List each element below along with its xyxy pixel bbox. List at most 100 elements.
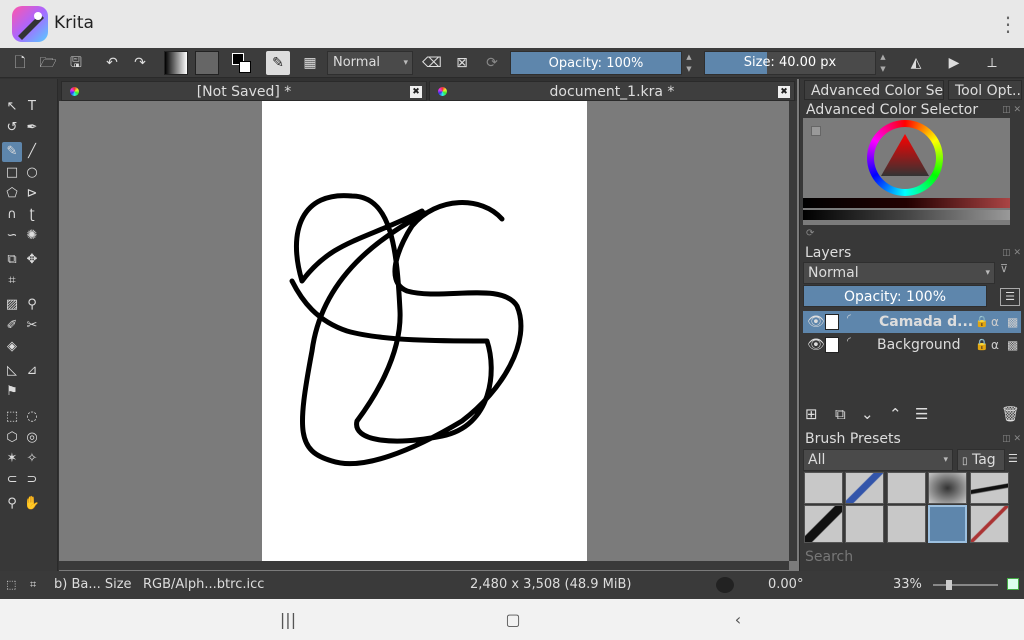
layout-icon[interactable]: ▦ [298,51,322,75]
polygon-select-icon[interactable]: ⬡ [2,428,22,448]
back-icon[interactable]: ‹ [727,609,749,631]
color-triangle[interactable] [879,132,931,178]
brush-preset-icon[interactable]: ✎ [266,51,290,75]
status-rotation[interactable]: 0.00° [768,571,803,599]
pan-tool-icon[interactable]: ✋ [22,494,42,514]
mirror-horizontal-icon[interactable]: ◭ [904,51,928,75]
tab-tool-options[interactable]: Tool Opt... [948,80,1022,100]
inherit-alpha-icon[interactable]: ▩ [1007,334,1018,356]
close-icon[interactable]: ✖ [778,86,790,98]
eye-icon[interactable]: 👁 [807,311,825,333]
measure-tool-icon[interactable]: ⊿ [22,361,42,381]
brush-preset[interactable] [928,472,967,504]
transform-tool-icon[interactable]: ⧉ [2,250,22,270]
duplicate-layer-icon[interactable]: ⧉ [835,405,846,423]
move-down-icon[interactable]: ⌄ [861,405,874,423]
opacity-spin-icon[interactable]: ▲ ▼ [684,51,694,75]
size-slider[interactable]: Size: 40.00 px [704,51,876,75]
vertical-scrollbar[interactable] [789,101,797,561]
reference-tool-icon[interactable]: ⚑ [2,382,22,402]
lock-icon[interactable]: 🔒 [975,334,989,356]
freehand-brush-icon[interactable]: ✎ [2,142,22,162]
lock-icon[interactable]: 🔒 [975,311,989,333]
layer-settings-icon[interactable]: ☰ [915,405,928,423]
ellipse-select-icon[interactable]: ◌ [22,407,42,427]
recent-apps-icon[interactable]: ||| [277,609,299,631]
fill-tool-icon[interactable]: ◈ [2,337,22,357]
home-icon[interactable]: ▢ [502,609,524,631]
eye-icon[interactable]: 👁 [807,334,825,356]
selection-icon[interactable]: ⬚ [6,571,16,599]
status-zoom[interactable]: 33% [893,571,922,599]
brush-preset[interactable] [970,505,1009,543]
multibrush-icon[interactable]: ✺ [22,226,42,246]
brush-preset[interactable] [845,505,884,543]
move-up-icon[interactable]: ⌃ [889,405,902,423]
zoom-slider[interactable] [933,584,998,586]
layer-properties-icon[interactable]: ☰ [1000,288,1020,306]
alpha-lock-icon[interactable]: α [991,311,999,333]
gradient-selector-icon[interactable] [164,51,188,75]
mirror-vertical-icon[interactable]: ▶ [942,51,966,75]
shade-strip-gray[interactable] [803,210,1010,220]
select-shapes-icon[interactable]: ↖ [2,97,22,117]
bezier-select-icon[interactable]: ⊂ [2,470,22,490]
save-icon[interactable]: 🖫 [64,51,88,75]
layer-blend-select[interactable]: Normal ▾ [803,262,995,284]
brush-search-input[interactable]: Search [805,549,853,565]
delete-layer-icon[interactable]: 🗑 [1001,405,1020,423]
dock-float-close-icon[interactable]: ◫ ✕ [1002,248,1021,258]
new-document-icon[interactable]: 🗋 [8,51,32,75]
open-document-icon[interactable]: 🗁 [36,51,60,75]
opacity-slider[interactable]: Opacity: 100% [510,51,682,75]
brush-filter-select[interactable]: All ▾ [803,449,953,471]
crop-tool-icon[interactable]: ⌗ [2,271,22,291]
brush-preset-selected[interactable] [928,505,967,543]
move-tool-icon[interactable]: ✥ [22,250,42,270]
add-layer-icon[interactable]: ⊞ [805,405,818,423]
blend-mode-select[interactable]: Normal ▾ [327,51,413,75]
zoom-slider-handle[interactable] [946,580,952,590]
tab-not-saved[interactable]: [Not Saved] * ✖ [61,81,427,101]
bezier-tool-icon[interactable]: ∩ [2,205,22,225]
polyline-tool-icon[interactable]: ⊳ [22,184,42,204]
color-picker-icon[interactable]: ⚲ [22,295,42,315]
colorize-mask-icon[interactable]: ✐ [2,316,22,336]
preserve-alpha-icon[interactable]: ⊠ [450,51,474,75]
brush-preset[interactable] [970,472,1009,504]
refresh-icon[interactable]: ⟳ [806,228,814,239]
alpha-lock-icon[interactable]: α [991,334,999,356]
status-color-profile[interactable]: RGB/Alph...btrc.icc [143,571,264,599]
tag-button[interactable]: ▯ Tag [957,449,1005,471]
layer-row-camada[interactable]: 👁 ◜ Camada d... 🔒 α ▩ [803,311,1021,333]
close-icon[interactable]: ✖ [410,86,422,98]
tab-advanced-color-selector[interactable]: Advanced Color Sel... [804,80,944,100]
undo-icon[interactable]: ↶ [100,51,124,75]
polygon-tool-icon[interactable]: ⬠ [2,184,22,204]
horizontal-scrollbar[interactable] [59,561,789,570]
line-tool-icon[interactable]: ╱ [22,142,42,162]
layer-row-background[interactable]: 👁 ◜ Background 🔒 α ▩ [803,334,1021,356]
brush-preset[interactable] [804,472,843,504]
smart-patch-icon[interactable]: ✂ [22,316,42,336]
brush-menu-icon[interactable]: ☰ [1008,452,1018,465]
eraser-mode-icon[interactable]: ⌫ [420,51,444,75]
rectangle-tool-icon[interactable]: □ [2,163,22,183]
brush-preset[interactable] [804,505,843,543]
outline-select-icon[interactable]: ◎ [22,428,42,448]
assistant-tool-icon[interactable]: ◺ [2,361,22,381]
redo-icon[interactable]: ↷ [128,51,152,75]
similar-select-icon[interactable]: ✧ [22,449,42,469]
edit-shapes-icon[interactable]: ↺ [2,118,22,138]
text-tool-icon[interactable]: T [22,97,42,117]
gradient-tool-icon[interactable]: ▨ [2,295,22,315]
layer-opacity-slider[interactable]: Opacity: 100% [803,285,987,307]
reload-preset-icon[interactable]: ⟳ [480,51,504,75]
freehand-path-icon[interactable]: ʈ [22,205,42,225]
color-settings-icon[interactable] [811,126,821,136]
ellipse-tool-icon[interactable]: ○ [22,163,42,183]
inherit-alpha-icon[interactable]: ▩ [1007,311,1018,333]
tab-document-1[interactable]: document_1.kra * ✖ [429,81,795,101]
overflow-menu-icon[interactable]: ⋮ [998,12,1018,36]
fg-bg-color-icon[interactable] [230,51,254,75]
